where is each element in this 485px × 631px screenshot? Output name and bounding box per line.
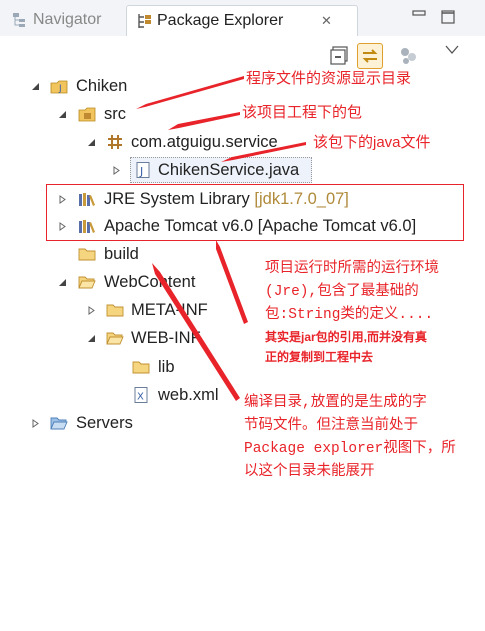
tree-item-src[interactable]: src: [0, 101, 150, 127]
annotation-runtime-line: (Jre),包含了最基础的: [265, 284, 419, 300]
collapse-all-button[interactable]: [328, 44, 352, 68]
folder-open-icon: [50, 417, 68, 430]
tab-package-explorer-label: Package Explorer: [157, 12, 284, 29]
working-sets-icon: [401, 48, 416, 64]
tree-item-label: build: [104, 245, 139, 263]
tree-item-label: src: [104, 105, 126, 123]
folder-open-icon: [106, 332, 124, 345]
package-icon: [108, 135, 122, 149]
svg-text:J: J: [139, 165, 143, 178]
navigator-icon: [13, 13, 25, 27]
project-icon: J: [50, 80, 68, 94]
expanded-arrow-icon[interactable]: [87, 138, 96, 147]
chevron-down-icon[interactable]: [445, 45, 459, 55]
xml-file-icon: X: [134, 387, 148, 403]
annotation-project-package: 该项目工程下的包: [242, 104, 363, 121]
folder-open-icon: [78, 276, 96, 289]
tree-item-label: Servers: [76, 414, 133, 432]
collapsed-arrow-icon[interactable]: [112, 166, 121, 175]
folder-icon: [132, 361, 150, 374]
tree-item-label: WebContent: [104, 273, 196, 291]
expanded-arrow-icon[interactable]: [87, 334, 96, 343]
annotation-build-line: 以这个目录未能展开: [244, 464, 375, 480]
expanded-arrow-icon[interactable]: [58, 110, 67, 119]
runtime-libraries-highlight-box: [46, 184, 464, 241]
annotation-runtime-line: 项目运行时所需的运行环境: [265, 261, 439, 277]
annotation-build-line: Package explorer视图下，所: [244, 441, 456, 457]
expanded-arrow-icon[interactable]: [31, 82, 40, 91]
view-menu-button[interactable]: [397, 44, 421, 68]
tree-item-chiken[interactable]: J Chiken: [0, 73, 240, 99]
tree-item-meta-inf[interactable]: META-INF: [0, 297, 230, 323]
annotation-runtime-line: 包:String类的定义....: [265, 307, 434, 323]
annotation-jar-line: 正的复制到工程中去: [265, 350, 374, 364]
tree-item-label: META-INF: [131, 301, 208, 319]
tree-item-webcontent[interactable]: WebContent: [0, 269, 220, 295]
tree-item-web-inf[interactable]: WEB-INF: [0, 325, 230, 351]
close-icon[interactable]: ✕: [321, 6, 332, 36]
tree-item-label: com.atguigu.service: [131, 133, 278, 151]
tree-item-label: WEB-INF: [131, 329, 201, 347]
annotation-build-line: 节码文件。但注意当前处于: [244, 418, 418, 434]
package-explorer-icon: [138, 14, 151, 28]
annotation-build-line: 编译目录,放置的是生成的字: [244, 395, 427, 411]
tree-item-label: lib: [158, 358, 175, 376]
tree-item-java-file[interactable]: J ChikenService.java: [0, 157, 320, 183]
tree-item-package[interactable]: com.atguigu.service: [0, 129, 300, 155]
maximize-icon[interactable]: [441, 10, 455, 24]
minimize-icon[interactable]: [412, 10, 426, 24]
tree-item-label: web.xml: [158, 386, 219, 404]
collapse-all-icon: [330, 46, 348, 65]
tree-item-web-xml[interactable]: X web.xml: [0, 382, 240, 408]
folder-icon: [106, 304, 124, 317]
annotation-resource-dir: 程序文件的资源显示目录: [246, 70, 412, 87]
svg-text:J: J: [58, 84, 62, 94]
tab-navigator-label: Navigator: [33, 11, 102, 28]
tree-item-lib[interactable]: lib: [0, 354, 200, 380]
tree-item-label: Chiken: [76, 77, 128, 95]
view-toolbar: [0, 36, 485, 72]
tab-package-explorer[interactable]: Package Explorer ✕: [126, 5, 358, 36]
collapsed-arrow-icon[interactable]: [31, 419, 40, 428]
tree-item-servers[interactable]: Servers: [0, 410, 200, 436]
tab-navigator[interactable]: Navigator: [8, 5, 120, 35]
link-with-editor-button[interactable]: [357, 43, 383, 69]
tree-item-label: ChikenService.java: [158, 161, 300, 179]
link-with-editor-icon: [362, 49, 378, 63]
arrow-to-package: [168, 112, 240, 130]
collapsed-arrow-icon[interactable]: [87, 306, 96, 315]
folder-icon: [78, 248, 96, 261]
source-folder-icon: [78, 107, 96, 122]
java-file-icon: J: [136, 162, 150, 178]
expanded-arrow-icon[interactable]: [58, 278, 67, 287]
tree-item-build[interactable]: build: [0, 241, 160, 267]
svg-text:X: X: [137, 392, 144, 403]
annotation-java-file: 该包下的java文件: [313, 134, 431, 151]
view-tab-bar: Navigator Package Explorer ✕: [0, 0, 485, 36]
annotation-jar-line: 其实是jar包的引用,而并没有真: [265, 330, 428, 344]
